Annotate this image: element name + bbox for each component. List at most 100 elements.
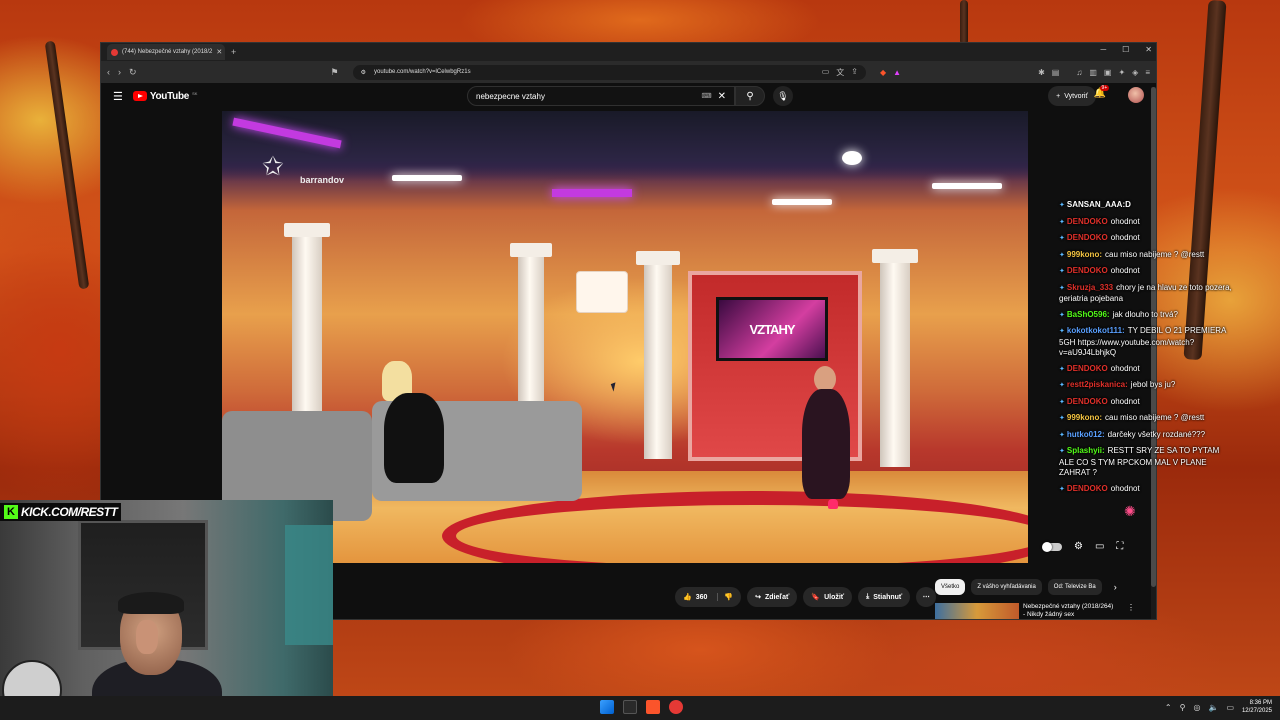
music-icon[interactable]: ♫ [1076, 68, 1082, 77]
tree-branch [960, 0, 968, 45]
search-button[interactable]: ⚲ [735, 86, 765, 106]
xbox-app-icon[interactable] [623, 700, 637, 714]
tray-chevron-icon[interactable]: ⌃ [1165, 703, 1172, 712]
stage-spotlight [842, 151, 862, 165]
back-icon[interactable]: ‹ [107, 67, 110, 77]
network-icon[interactable]: ◎ [1193, 703, 1200, 712]
chat-text: ohodnot [1110, 396, 1140, 406]
chevron-right-icon[interactable]: › [1114, 582, 1117, 592]
tray-app-icon[interactable]: ⚲ [1180, 703, 1186, 712]
menu-icon[interactable]: ≡ [1145, 68, 1150, 77]
new-tab-icon[interactable]: + [231, 47, 236, 57]
extensions-icon[interactable]: ✱ [1038, 68, 1045, 77]
chat-text: ohodnot [1110, 266, 1140, 275]
recommended-menu-icon[interactable]: ⋮ [1127, 603, 1135, 619]
account-avatar[interactable] [1128, 87, 1144, 103]
close-window-icon[interactable]: ✕ [1145, 45, 1152, 54]
voice-search-button[interactable]: 🎙 [773, 86, 793, 106]
bookmark-icon[interactable]: ⚑ [331, 67, 339, 78]
country-code: SK [192, 90, 198, 96]
translate-icon[interactable]: 文 [836, 67, 844, 78]
chat-text: cau miso nabijeme ? @restt [1105, 249, 1205, 259]
tv-screen: VZTAHY [716, 297, 828, 361]
share-icon[interactable]: ⇪ [851, 67, 858, 78]
keyboard-icon[interactable]: ⌨ [702, 92, 712, 100]
start-button-icon[interactable] [600, 700, 614, 714]
recommended-title[interactable]: Nebezpečné vztahy (2018/264) [1023, 603, 1123, 611]
chat-username: 999kono: [1066, 413, 1102, 422]
vpn-icon[interactable]: ◈ [1132, 68, 1138, 77]
channel-star-icon: ✩ [262, 151, 284, 181]
hamburger-menu-icon[interactable]: ☰ [113, 90, 123, 103]
save-label: Uložiť [824, 593, 845, 601]
like-count: 360 [695, 593, 708, 601]
thumbs-up-icon: 👍 [683, 594, 692, 601]
maximize-icon[interactable]: ☐ [1122, 45, 1129, 54]
column-capital [510, 243, 552, 257]
address-bar[interactable]: ⚙ youtube.com/watch?v=lCelwbgRz1s ▭ 文 ⇪ [352, 64, 866, 80]
share-button[interactable]: ↪ Zdieľať [747, 587, 798, 607]
streamer-hand [136, 620, 158, 654]
fullscreen-icon[interactable]: ⛶ [1116, 541, 1123, 552]
leo-icon[interactable]: ✦ [1118, 68, 1125, 77]
recommended-thumbnail[interactable] [935, 603, 1019, 619]
more-actions-button[interactable]: ⋯ [916, 587, 937, 607]
chat-message: ✦ Splashyii: RESTT SRY ZE SA TO PYTAM ALE … [1059, 446, 1234, 479]
recommended-title-line2[interactable]: - Nikdy žádný sex [1023, 611, 1123, 619]
chat-message: ✦ restt2piskanica: jebol bys ju? [1059, 380, 1234, 392]
search-box[interactable]: ⌨ ✕ [467, 86, 735, 106]
chat-username: restt2piskanica: [1066, 380, 1128, 389]
search-input[interactable] [476, 91, 696, 101]
system-clock[interactable]: 8:36 PM 12/27/2025 [1242, 699, 1272, 715]
brave-shield-icon[interactable]: ◆ [880, 68, 886, 77]
share-arrow-icon: ↪ [755, 594, 761, 601]
download-button[interactable]: ⤓ Stiahnuť [858, 587, 911, 607]
save-button[interactable]: 🔖 Uložiť [803, 587, 853, 607]
stage-light [392, 175, 462, 181]
autoplay-toggle[interactable] [1042, 541, 1062, 552]
clear-search-icon[interactable]: ✕ [718, 91, 726, 102]
sidebar-icon[interactable]: ▤ [1052, 68, 1060, 77]
search-icon: ⚲ [746, 90, 754, 102]
plus-icon: + [1056, 92, 1061, 100]
forward-icon[interactable]: › [118, 67, 121, 77]
app-icon[interactable] [669, 700, 683, 714]
chip-from-channel[interactable]: Od: Televize Ba [1047, 579, 1102, 595]
site-info-icon[interactable]: ⚙ [361, 69, 366, 76]
create-button[interactable]: + Vytvoriť [1048, 86, 1096, 106]
browser-tab[interactable]: (744) Nebezpečné vztahy (2018/2 ✕ [107, 44, 225, 60]
volume-icon[interactable]: 🔈 [1208, 703, 1218, 712]
teal-light-panel [285, 525, 333, 645]
column [880, 257, 910, 467]
chat-message: ✦ 999kono: cau miso nabijeme ? @restt [1059, 413, 1234, 425]
video-player[interactable]: VZTAHY ✩ barrandov [222, 111, 1028, 563]
battery-icon[interactable]: ▭ [1226, 703, 1234, 712]
chat-badge-icon: ✦ [1059, 398, 1065, 406]
chat-text: ohodnot [1110, 233, 1140, 242]
theater-mode-icon[interactable]: ▭ [1095, 541, 1104, 552]
brave-browser-icon[interactable] [646, 700, 660, 714]
rewards-icon[interactable]: ▲ [893, 68, 901, 77]
chat-username: kokotkokot111: [1066, 326, 1125, 335]
chat-username: Skruzja_333 [1066, 282, 1114, 292]
recommended-video[interactable]: Nebezpečné vztahy (2018/264) - Nikdy žád… [935, 603, 1135, 619]
chat-username: DENDOKO [1066, 363, 1108, 373]
panel-icon[interactable]: ▥ [1089, 68, 1097, 77]
youtube-header: ☰ YouTube SK ⌨ ✕ ⚲ 🎙 + Vytvoriť 🔔 9+ [101, 83, 1156, 109]
minimize-icon[interactable]: ─ [1100, 45, 1106, 54]
chip-all[interactable]: Všetko [935, 579, 966, 595]
settings-gear-icon[interactable]: ⚙ [1074, 541, 1083, 552]
reload-icon[interactable]: ↻ [129, 67, 137, 78]
chip-from-search[interactable]: Z vášho vyhľadávania [971, 579, 1042, 595]
youtube-logo[interactable]: YouTube SK [132, 90, 198, 102]
like-button[interactable]: 👍 360 👎 [675, 587, 742, 607]
wallet-icon[interactable]: ▣ [1104, 68, 1112, 77]
chat-username: DENDOKO [1066, 266, 1108, 275]
chat-text: ohodnot [1110, 216, 1140, 226]
close-tab-icon[interactable]: ✕ [216, 48, 222, 56]
thumbs-down-icon[interactable]: 👎 [717, 593, 733, 601]
notifications-button[interactable]: 🔔 9+ [1094, 85, 1110, 99]
chat-message: ✦ hutko012: darčeky všetky rozdané??? [1059, 430, 1234, 442]
chat-text: darčeky všetky rozdané??? [1107, 429, 1206, 439]
cast-icon[interactable]: ▭ [822, 67, 830, 78]
